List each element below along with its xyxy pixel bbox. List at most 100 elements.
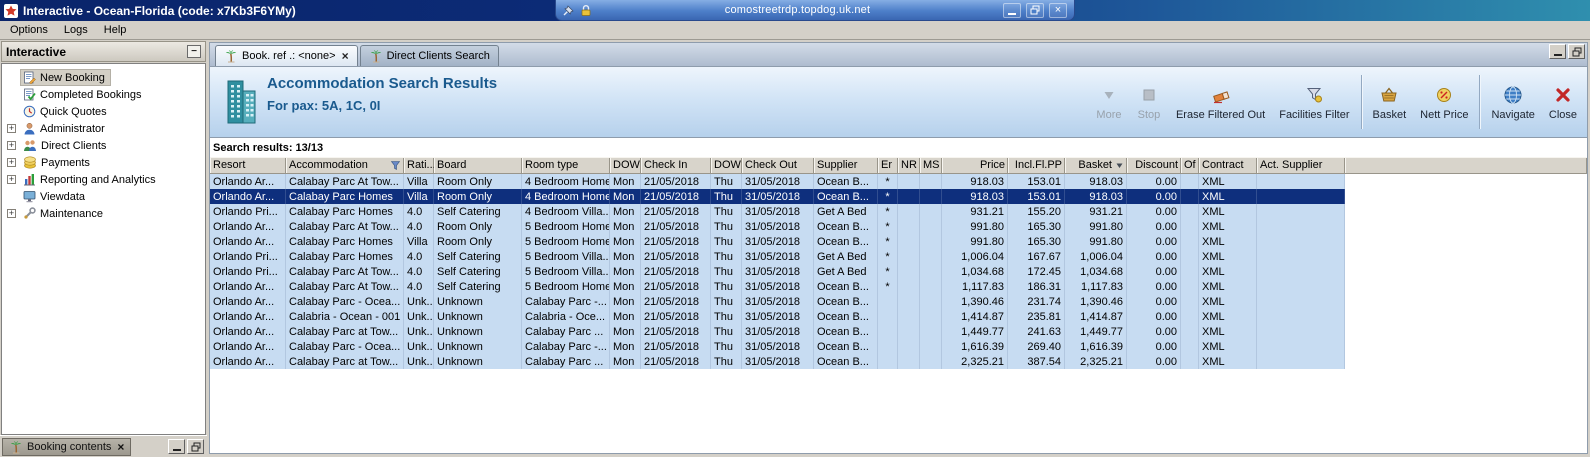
- sidebar-item-administrator[interactable]: + Administrator: [2, 120, 205, 137]
- table-row[interactable]: Orlando Pri... Calabay Parc At Tow... 4.0 S…: [210, 264, 1345, 279]
- sidebar-item-reporting-and-analytics[interactable]: + Reporting and Analytics: [2, 171, 205, 188]
- erase-filtered-out-button[interactable]: Erase Filtered Out: [1169, 81, 1272, 124]
- search-results-count: Search results: 13/13: [213, 142, 324, 154]
- column-header-supplier[interactable]: Supplier: [814, 157, 878, 173]
- mdi-minimize-button[interactable]: [1549, 44, 1566, 59]
- collapse-panel-button[interactable]: −: [187, 45, 201, 58]
- table-row[interactable]: Orlando Ar... Calabay Parc Homes Villa Room…: [210, 234, 1345, 249]
- cell-board: Room Only: [434, 189, 522, 204]
- column-header-board[interactable]: Board: [434, 157, 522, 173]
- column-header-resort[interactable]: Resort: [210, 157, 286, 173]
- column-header-check-in[interactable]: Check In: [641, 157, 711, 173]
- cell-discount: 0.00: [1127, 309, 1181, 324]
- cell-contract: XML: [1199, 219, 1257, 234]
- cell-ms: [920, 354, 942, 369]
- table-row[interactable]: Orlando Ar... Calabay Parc - Ocea... Unk..…: [210, 294, 1345, 309]
- tab-direct-clients-search[interactable]: Direct Clients Search: [359, 45, 499, 66]
- nett-price-button[interactable]: Nett Price: [1413, 81, 1475, 124]
- column-header-act-supplier[interactable]: Act. Supplier: [1257, 157, 1345, 173]
- column-header-dow[interactable]: DOW: [610, 157, 641, 173]
- column-header-ms[interactable]: MS: [920, 157, 942, 173]
- nett-price-icon: [1435, 85, 1453, 105]
- expand-icon[interactable]: +: [7, 141, 16, 150]
- column-header-er[interactable]: Er: [878, 157, 898, 173]
- booking-contents-tab[interactable]: Booking contents ×: [2, 437, 132, 456]
- rdp-connection-bar[interactable]: comostreetrdp.topdog.uk.net ×: [555, 0, 1075, 21]
- mdi-restore-button[interactable]: [1568, 44, 1585, 59]
- cell-dow: Thu: [711, 204, 742, 219]
- menu-item-help[interactable]: Help: [96, 22, 135, 38]
- expand-icon[interactable]: +: [7, 175, 16, 184]
- cell-check-out: 31/05/2018: [742, 189, 814, 204]
- sidebar-item-quick-quotes[interactable]: Quick Quotes: [2, 103, 205, 120]
- table-row[interactable]: Orlando Ar... Calabria - Ocean - 001 Unk..…: [210, 309, 1345, 324]
- expand-icon[interactable]: +: [7, 124, 16, 133]
- basket-button[interactable]: Basket: [1366, 81, 1414, 124]
- table-row[interactable]: Orlando Pri... Calabay Parc Homes 4.0 Self …: [210, 204, 1345, 219]
- rdp-minimize-button[interactable]: [1003, 2, 1021, 18]
- cell-accommodation: Calabay Parc At Tow...: [286, 219, 404, 234]
- filter-small-icon[interactable]: [390, 160, 401, 171]
- more-button: More: [1089, 81, 1129, 124]
- column-header-nr[interactable]: NR: [898, 157, 920, 173]
- expand-icon[interactable]: +: [7, 209, 16, 218]
- cell-check-out: 31/05/2018: [742, 294, 814, 309]
- cell-room-type: Calabria - Oce...: [522, 309, 610, 324]
- toolbar-button-label: Navigate: [1491, 108, 1535, 121]
- booking-contents-close-icon[interactable]: ×: [117, 441, 124, 453]
- cell-incl-fl-pp: 387.54: [1008, 354, 1065, 369]
- sidebar-item-completed-bookings[interactable]: Completed Bookings: [2, 86, 205, 103]
- tab-book-ref-none[interactable]: Book. ref .: <none> ×: [215, 45, 358, 66]
- table-row[interactable]: Orlando Ar... Calabay Parc at Tow... Unk..…: [210, 354, 1345, 369]
- rdp-close-button[interactable]: ×: [1049, 2, 1067, 18]
- column-header-basket[interactable]: Basket: [1065, 157, 1127, 173]
- sidebar-item-direct-clients[interactable]: + Direct Clients: [2, 137, 205, 154]
- table-row[interactable]: Orlando Pri... Calabay Parc Homes 4.0 Self …: [210, 249, 1345, 264]
- cell-discount: 0.00: [1127, 204, 1181, 219]
- cell-price: 991.80: [942, 219, 1008, 234]
- facilities-filter-button[interactable]: Facilities Filter: [1272, 81, 1356, 124]
- column-header-dow[interactable]: DOW: [711, 157, 742, 173]
- sidebar-item-viewdata[interactable]: Viewdata: [2, 188, 205, 205]
- table-row[interactable]: Orlando Ar... Calabay Parc At Tow... Villa…: [210, 174, 1345, 189]
- expand-icon[interactable]: +: [7, 158, 16, 167]
- sidebar-item-maintenance[interactable]: + Maintenance: [2, 205, 205, 222]
- cell-supplier: Ocean B...: [814, 294, 878, 309]
- cell-dow: Thu: [711, 219, 742, 234]
- cell-nr: [898, 294, 920, 309]
- column-header-rati[interactable]: Rati...: [404, 157, 434, 173]
- table-row[interactable]: Orlando Ar... Calabay Parc - Ocea... Unk..…: [210, 339, 1345, 354]
- column-header-contract[interactable]: Contract: [1199, 157, 1257, 173]
- menu-item-logs[interactable]: Logs: [56, 22, 96, 38]
- cell-rati: Villa: [404, 174, 434, 189]
- table-row[interactable]: Orlando Ar... Calabay Parc Homes Villa Room…: [210, 189, 1345, 204]
- rdp-restore-button[interactable]: [1026, 2, 1044, 18]
- menu-item-options[interactable]: Options: [2, 22, 56, 38]
- cell-ms: [920, 249, 942, 264]
- cell-supplier: Ocean B...: [814, 234, 878, 249]
- table-row[interactable]: Orlando Ar... Calabay Parc At Tow... 4.0 Ro…: [210, 219, 1345, 234]
- close-button[interactable]: Close: [1542, 81, 1584, 124]
- cell-accommodation: Calabay Parc - Ocea...: [286, 339, 404, 354]
- navigate-button[interactable]: Navigate: [1484, 81, 1541, 124]
- panel-restore-button[interactable]: [187, 439, 204, 454]
- sidebar-item-new-booking[interactable]: New Booking: [2, 69, 205, 86]
- cell-er: *: [878, 219, 898, 234]
- sidebar-item-payments[interactable]: + Payments: [2, 154, 205, 171]
- column-header-incl-fl-pp[interactable]: Incl.Fl.PP: [1008, 157, 1065, 173]
- column-header-of[interactable]: Of: [1181, 157, 1199, 173]
- column-header-room-type[interactable]: Room type: [522, 157, 610, 173]
- cell-supplier: Ocean B...: [814, 174, 878, 189]
- column-header-check-out[interactable]: Check Out: [742, 157, 814, 173]
- table-row[interactable]: Orlando Ar... Calabay Parc at Tow... Unk..…: [210, 324, 1345, 339]
- column-header-accommodation[interactable]: Accommodation: [286, 157, 404, 173]
- pin-icon[interactable]: [563, 4, 575, 16]
- column-header-discount[interactable]: Discount: [1127, 157, 1181, 173]
- panel-minimize-button[interactable]: [168, 439, 185, 454]
- cell-check-in: 21/05/2018: [641, 204, 711, 219]
- tab-close-icon[interactable]: ×: [342, 50, 349, 62]
- cell-act-supplier: [1257, 204, 1345, 219]
- column-header-price[interactable]: Price: [942, 157, 1008, 173]
- cell-resort: Orlando Ar...: [210, 324, 286, 339]
- table-row[interactable]: Orlando Ar... Calabay Parc At Tow... 4.0 Se…: [210, 279, 1345, 294]
